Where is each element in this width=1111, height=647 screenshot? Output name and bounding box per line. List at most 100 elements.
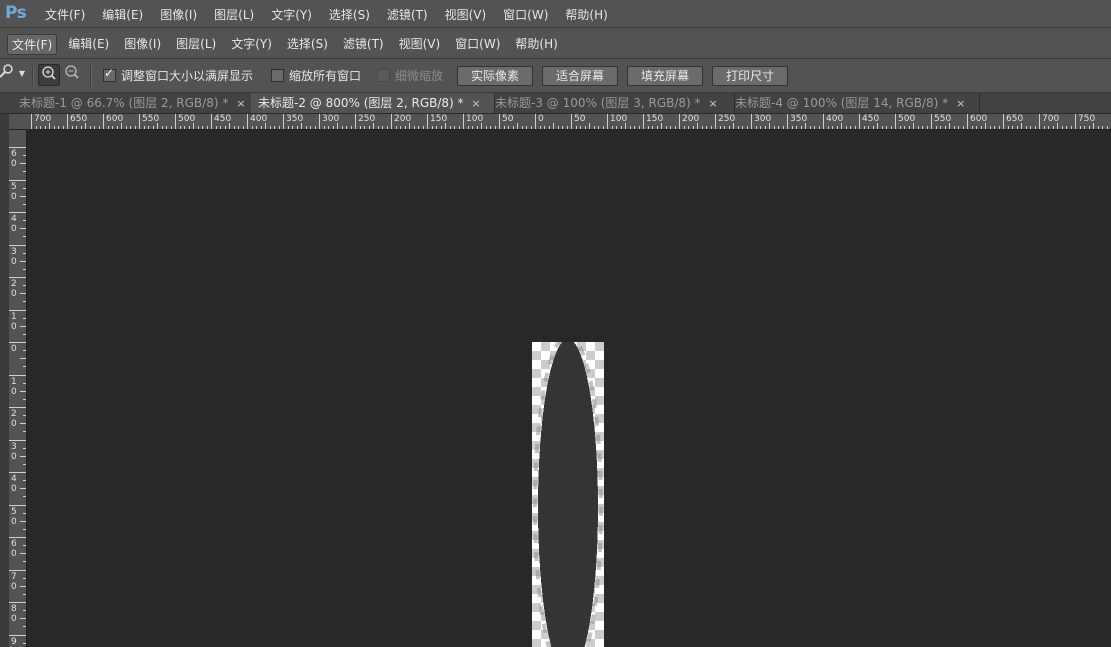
ruler-minor-tick: [863, 126, 865, 129]
tab-untitled-3[interactable]: 未标题-3 @ 100% (图层 3, RGB/8) * ×: [488, 93, 735, 113]
ruler-minor-tick: [953, 126, 955, 129]
menu-image[interactable]: 图像(I): [120, 34, 165, 55]
horizontal-ruler[interactable]: 700 650 600 550 500 450 400 350 300 250 200 150 100 5…: [27, 114, 1111, 130]
ruler-minor-tick: [23, 398, 26, 400]
menu-file[interactable]: 文件(F): [7, 34, 58, 55]
top-menu-file[interactable]: 文件(F): [45, 6, 85, 23]
tab-close-icon[interactable]: ×: [956, 97, 965, 110]
ruler-minor-tick: [422, 126, 424, 129]
transparency-checker-cell: [532, 621, 541, 630]
zoom-all-checkbox[interactable]: [271, 69, 284, 82]
fill-screen-button[interactable]: 填充屏幕: [627, 66, 703, 86]
print-size-button[interactable]: 打印尺寸: [712, 66, 788, 86]
ruler-minor-tick: [20, 228, 26, 230]
ruler-minor-tick: [20, 260, 26, 262]
ruler-minor-tick: [458, 126, 460, 129]
transparency-checker-cell: [532, 639, 541, 647]
transparency-checker-cell: [532, 612, 541, 621]
ruler-minor-tick: [161, 126, 163, 129]
ruler-minor-tick: [764, 126, 766, 129]
top-menu-select[interactable]: 选择(S): [329, 6, 370, 23]
ruler-tick: [9, 212, 26, 213]
ruler-minor-tick: [23, 220, 26, 222]
menu-select[interactable]: 选择(S): [283, 34, 332, 55]
ruler-minor-tick: [23, 252, 26, 254]
ruler-minor-tick: [269, 126, 271, 129]
ruler-minor-tick: [130, 126, 131, 129]
zoom-out-icon[interactable]: [62, 64, 82, 84]
ruler-minor-tick: [449, 126, 451, 129]
tab-untitled-4[interactable]: 未标题-4 @ 100% (图层 14, RGB/8) * ×: [728, 93, 980, 113]
document-canvas[interactable]: [532, 342, 604, 647]
ruler-minor-tick: [539, 126, 541, 129]
tab-close-icon[interactable]: ×: [236, 97, 245, 110]
ruler-minor-tick: [229, 123, 230, 129]
transparency-checker-cell: [541, 342, 550, 351]
ruler-minor-tick: [634, 126, 635, 129]
ruler-minor-tick: [20, 325, 26, 327]
top-menu-image[interactable]: 图像(I): [160, 6, 197, 23]
top-menu-help[interactable]: 帮助(H): [565, 6, 607, 23]
ruler-minor-tick: [985, 123, 986, 129]
ruler-minor-tick: [134, 126, 136, 129]
top-menu-layer[interactable]: 图层(L): [214, 6, 254, 23]
tab-close-icon[interactable]: ×: [472, 97, 481, 110]
ruler-minor-tick: [364, 126, 365, 129]
ruler-minor-tick: [287, 126, 289, 129]
ruler-minor-tick: [1097, 126, 1099, 129]
ruler-minor-tick: [125, 126, 127, 129]
vertical-ruler[interactable]: 605040302010010203040506070809: [9, 130, 27, 647]
ruler-minor-tick: [553, 123, 554, 129]
tab-close-icon[interactable]: ×: [709, 97, 718, 110]
menu-layer[interactable]: 图层(L): [172, 34, 220, 55]
tab-untitled-1[interactable]: 未标题-1 @ 66.7% (图层 2, RGB/8) * ×: [12, 93, 258, 113]
ruler-minor-tick: [386, 126, 388, 129]
ruler-minor-tick: [23, 285, 26, 287]
ruler-minor-tick: [827, 126, 829, 129]
ruler-minor-tick: [890, 126, 892, 129]
transparency-checker-cell: [586, 342, 595, 351]
ruler-minor-tick: [616, 126, 617, 129]
top-menu: 文件(F) 编辑(E) 图像(I) 图层(L) 文字(Y) 选择(S) 滤镜(T…: [34, 6, 614, 23]
ruler-origin[interactable]: [9, 114, 28, 130]
ruler-tick: [859, 114, 860, 129]
top-menu-window[interactable]: 窗口(W): [503, 6, 548, 23]
ruler-minor-tick: [917, 126, 919, 129]
ruler-minor-tick: [80, 126, 82, 129]
top-menu-filter[interactable]: 滤镜(T): [387, 6, 428, 23]
tab-untitled-2[interactable]: 未标题-2 @ 800% (图层 2, RGB/8) * ×: [251, 93, 495, 113]
menu-edit[interactable]: 编辑(E): [64, 34, 113, 55]
top-menu-edit[interactable]: 编辑(E): [102, 6, 143, 23]
transparency-checker-cell: [595, 351, 604, 360]
tool-preset-dropdown-icon[interactable]: ▼: [12, 64, 32, 84]
top-menu-view[interactable]: 视图(V): [445, 6, 487, 23]
ruler-minor-tick: [872, 126, 874, 129]
ruler-minor-tick: [998, 126, 1000, 129]
ruler-minor-tick: [85, 123, 86, 129]
ruler-minor-tick: [1025, 126, 1027, 129]
ruler-tick: [463, 114, 464, 129]
ruler-minor-tick: [71, 126, 73, 129]
menu-filter[interactable]: 滤镜(T): [339, 34, 388, 55]
ruler-minor-tick: [23, 593, 26, 595]
zoom-in-icon[interactable]: [38, 64, 60, 86]
ruler-minor-tick: [1030, 126, 1031, 129]
menu-help[interactable]: 帮助(H): [511, 34, 561, 55]
ruler-minor-tick: [49, 123, 50, 129]
ruler-minor-tick: [1034, 126, 1036, 129]
ruler-minor-tick: [913, 123, 914, 129]
menu-type[interactable]: 文字(Y): [227, 34, 276, 55]
resize-windows-checkbox[interactable]: [103, 66, 116, 82]
resize-windows-option[interactable]: 调整窗口大小以满屏显示: [103, 66, 253, 84]
ruler-label: 0: [11, 484, 17, 494]
ruler-minor-tick: [359, 126, 361, 129]
photoshop-logo: Ps: [5, 3, 27, 23]
fit-screen-button[interactable]: 适合屏幕: [542, 66, 618, 86]
ruler-minor-tick: [251, 126, 253, 129]
ruler-minor-tick: [841, 123, 842, 129]
menu-view[interactable]: 视图(V): [395, 34, 445, 55]
top-menu-type[interactable]: 文字(Y): [271, 6, 312, 23]
zoom-all-option[interactable]: 缩放所有窗口: [271, 67, 361, 84]
actual-pixels-button[interactable]: 实际像素: [457, 66, 533, 86]
menu-window[interactable]: 窗口(W): [451, 34, 504, 55]
